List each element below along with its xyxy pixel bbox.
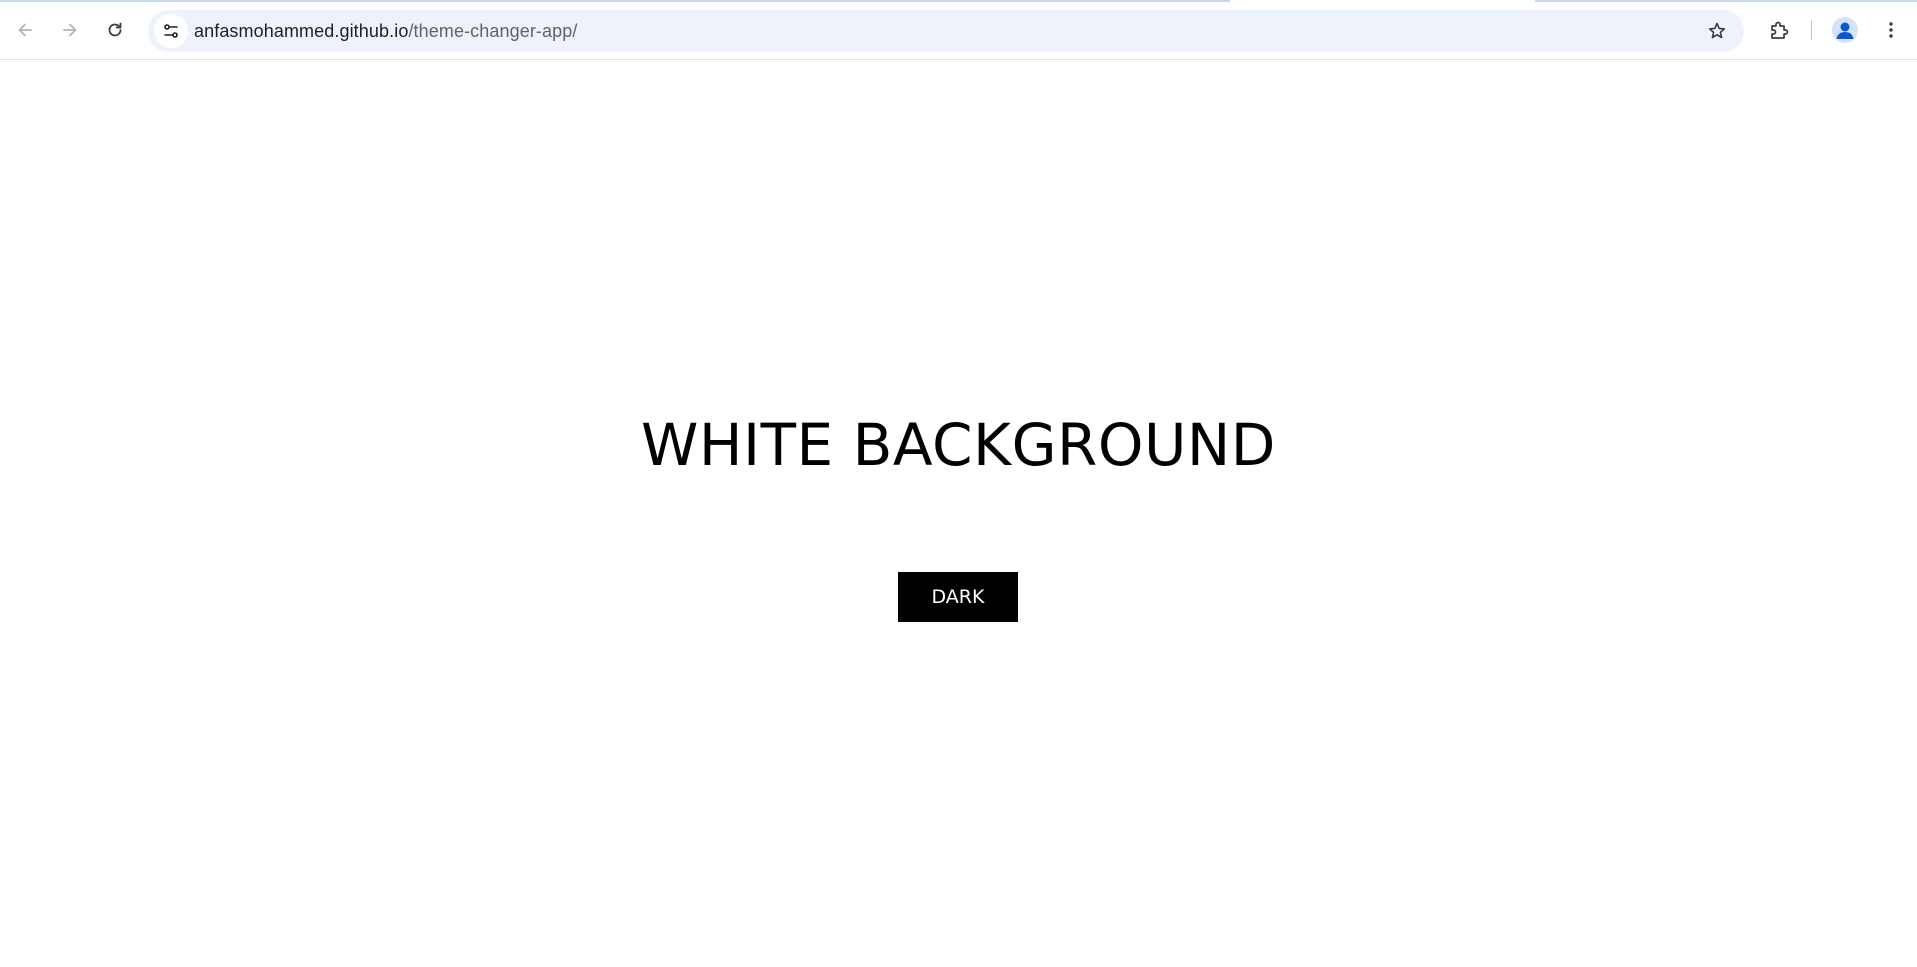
forward-button[interactable] [53, 13, 87, 47]
address-bar[interactable]: anfasmohammed.github.io/theme-changer-ap… [148, 10, 1744, 52]
kebab-menu-icon [1889, 22, 1893, 38]
star-icon [1708, 22, 1726, 39]
tune-icon [164, 24, 178, 38]
tab-strip-edge-right [1535, 0, 1917, 2]
tab-strip-edge [0, 0, 1230, 2]
extensions-button[interactable] [1762, 13, 1796, 47]
url-text[interactable]: anfasmohammed.github.io/theme-changer-ap… [194, 21, 577, 42]
browser-menu-button[interactable] [1874, 13, 1908, 47]
bookmark-button[interactable] [1700, 14, 1734, 48]
person-icon [1836, 22, 1854, 39]
arrow-left-icon [18, 23, 32, 37]
page-content: WHITE BACKGROUND DARK [0, 61, 1917, 967]
toolbar-separator [1811, 20, 1812, 40]
avatar [1832, 17, 1858, 43]
arrow-right-icon [63, 23, 77, 37]
puzzle-icon [1771, 21, 1789, 39]
dark-theme-button[interactable]: DARK [898, 572, 1018, 622]
profile-button[interactable] [1828, 13, 1862, 47]
browser-toolbar: anfasmohammed.github.io/theme-changer-ap… [0, 0, 1917, 60]
url-domain: anfasmohammed.github.io [194, 21, 409, 41]
url-path: /theme-changer-app/ [408, 21, 578, 41]
reload-button[interactable] [98, 13, 132, 47]
back-button[interactable] [8, 13, 42, 47]
page-title: WHITE BACKGROUND [641, 411, 1276, 479]
site-info-button[interactable] [154, 14, 188, 48]
reload-icon [108, 22, 122, 37]
